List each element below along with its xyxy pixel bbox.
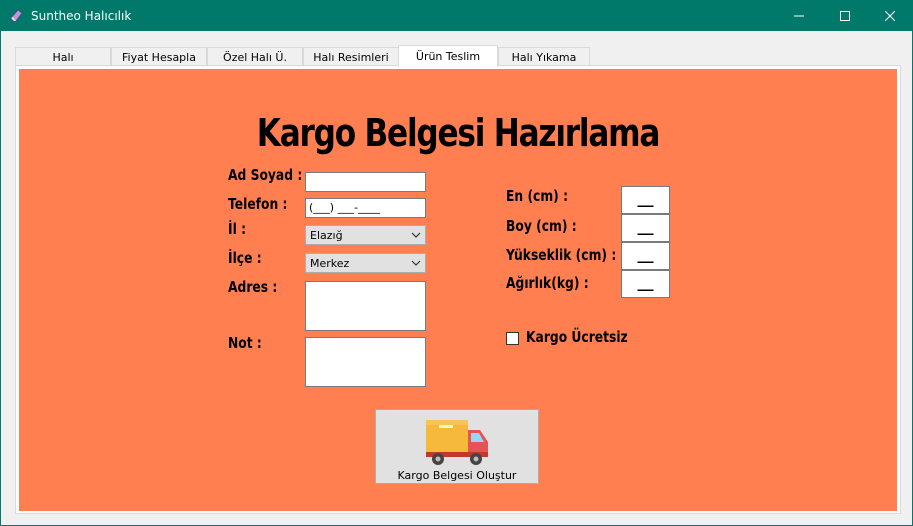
- not-label: Not :: [228, 334, 262, 352]
- boy-input[interactable]: __: [621, 214, 670, 242]
- adres-label: Adres :: [228, 278, 278, 296]
- tab-fiyat-hesapla[interactable]: Fiyat Hesapla: [111, 47, 207, 66]
- en-label: En (cm) :: [506, 187, 568, 205]
- ilce-label: İlçe :: [228, 249, 262, 267]
- not-textarea[interactable]: [305, 337, 426, 387]
- telefon-input[interactable]: (___) ___-____: [305, 198, 426, 218]
- close-button[interactable]: [867, 1, 913, 31]
- maximize-button[interactable]: [822, 1, 868, 31]
- kargo-ucretsiz-label[interactable]: Kargo Ücretsiz: [526, 328, 628, 346]
- chevron-down-icon: [411, 232, 421, 238]
- eraser-icon: [10, 9, 23, 22]
- title-bar[interactable]: Suntheo Halıcılık: [1, 1, 912, 31]
- tab-hali-resimleri[interactable]: Halı Resimleri: [303, 47, 399, 66]
- minimize-icon: [794, 15, 804, 17]
- delivery-truck-icon: [426, 420, 488, 465]
- close-icon: [885, 11, 895, 21]
- ilce-select-value: Merkez: [310, 257, 350, 270]
- chevron-down-icon: [411, 260, 421, 266]
- tab-urun-teslim[interactable]: Ürün Teslim: [398, 45, 498, 67]
- minimize-button[interactable]: [776, 1, 822, 31]
- yukseklik-input[interactable]: __: [621, 242, 670, 270]
- kargo-ucretsiz-checkbox[interactable]: [506, 332, 519, 345]
- adres-textarea[interactable]: [305, 281, 426, 331]
- ad-soyad-label: Ad Soyad :: [228, 166, 303, 184]
- tab-page: Kargo Belgesi Hazırlama Ad Soyad : Telef…: [15, 65, 901, 514]
- create-cargo-document-button[interactable]: Kargo Belgesi Oluştur: [375, 409, 539, 484]
- tab-hali[interactable]: Halı: [15, 47, 111, 66]
- yukseklik-label: Yükseklik (cm) :: [506, 246, 617, 264]
- tab-ozel-hali[interactable]: Özel Halı Ü.: [207, 47, 303, 66]
- il-select-value: Elazığ: [310, 229, 343, 242]
- window-title: Suntheo Halıcılık: [31, 9, 132, 23]
- agirlik-input[interactable]: __: [621, 270, 670, 298]
- en-input[interactable]: __: [621, 186, 670, 214]
- app-window: Suntheo Halıcılık Halı Fiyat Hesapla Öze…: [0, 0, 913, 526]
- il-select[interactable]: Elazığ: [305, 225, 426, 245]
- ilce-select[interactable]: Merkez: [305, 253, 426, 273]
- telefon-label: Telefon :: [228, 195, 288, 213]
- tab-hali-yikama[interactable]: Halı Yıkama: [498, 47, 590, 66]
- page-title: Kargo Belgesi Hazırlama: [256, 111, 661, 155]
- cargo-form-panel: Kargo Belgesi Hazırlama Ad Soyad : Telef…: [19, 69, 897, 511]
- boy-label: Boy (cm) :: [506, 217, 577, 235]
- agirlik-label: Ağırlık(kg) :: [506, 274, 589, 292]
- maximize-icon: [840, 11, 850, 21]
- il-label: İl :: [228, 220, 247, 238]
- ad-soyad-input[interactable]: [305, 172, 426, 192]
- create-cargo-document-label: Kargo Belgesi Oluştur: [397, 469, 517, 482]
